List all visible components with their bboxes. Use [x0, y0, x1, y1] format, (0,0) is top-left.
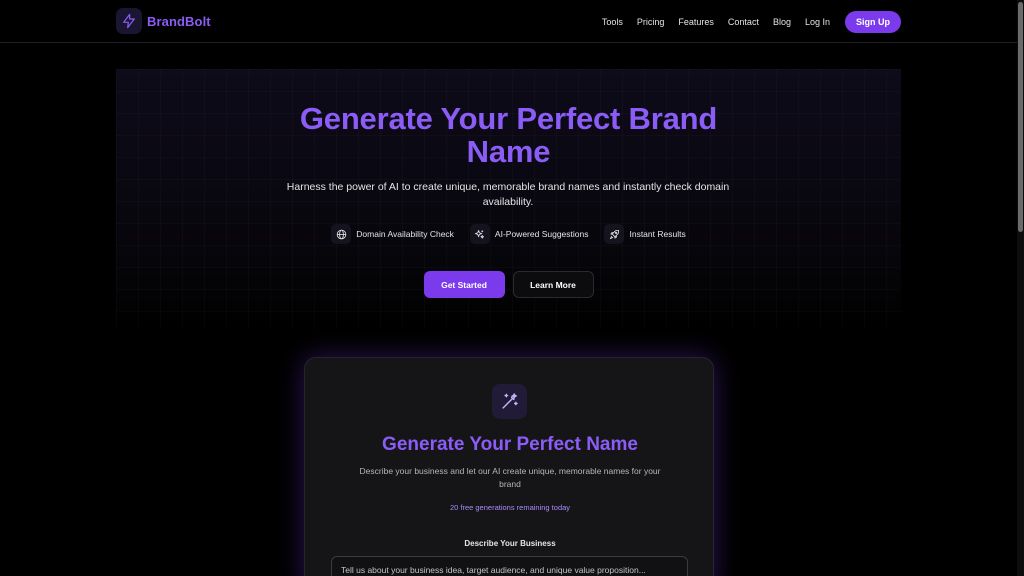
rocket-icon [604, 224, 625, 244]
generator-title: Generate Your Perfect Name [382, 434, 638, 455]
feature-label: Instant Results [629, 229, 686, 239]
nav-contact-link[interactable]: Contact [728, 17, 759, 27]
nav-pricing-link[interactable]: Pricing [637, 17, 665, 27]
feature-domain-check: Domain Availability Check [331, 224, 454, 244]
page: BrandBolt Tools Pricing Features Contact… [0, 0, 1024, 576]
hero-title-line-1: Generate Your Perfect Brand [299, 101, 718, 136]
name-generator-card: Generate Your Perfect Name Describe your… [304, 357, 714, 576]
page-scrollbar[interactable] [1017, 0, 1024, 576]
nav-login-link[interactable]: Log In [805, 17, 830, 27]
hero-actions: Get Started Learn More [116, 271, 901, 298]
top-navbar: BrandBolt Tools Pricing Features Contact… [0, 0, 1017, 43]
hero-title: Generate Your Perfect Brand Name [116, 102, 901, 168]
feature-ai-suggestions: AI-Powered Suggestions [469, 224, 589, 244]
hero-title-line-2: Name [466, 134, 551, 169]
nav-tools-link[interactable]: Tools [602, 17, 623, 27]
hero-section: Generate Your Perfect Brand Name Harness… [116, 69, 901, 329]
scrollbar-thumb[interactable] [1018, 2, 1023, 232]
business-description-input[interactable] [331, 556, 688, 576]
lightning-bolt-icon [116, 8, 142, 34]
feature-instant-results: Instant Results [604, 224, 686, 244]
globe-icon [331, 224, 352, 244]
learn-more-button[interactable]: Learn More [512, 271, 594, 298]
brand-logo[interactable]: BrandBolt [116, 8, 211, 34]
feature-label: AI-Powered Suggestions [494, 229, 589, 239]
feature-label: Domain Availability Check [356, 229, 454, 239]
remaining-generations-text: 20 free generations remaining today [449, 503, 571, 512]
sign-up-button[interactable]: Sign Up [845, 11, 901, 33]
main-nav: Tools Pricing Features Contact Blog Log … [602, 11, 901, 33]
business-description-label: Describe Your Business [464, 539, 556, 548]
nav-blog-link[interactable]: Blog [773, 17, 791, 27]
brand-name: BrandBolt [147, 13, 211, 29]
feature-list: Domain Availability Check AI-Powered Sug… [116, 224, 901, 244]
get-started-button[interactable]: Get Started [423, 271, 505, 298]
sparkles-icon [469, 224, 490, 244]
nav-features-link[interactable]: Features [678, 17, 714, 27]
hero-subtitle: Harness the power of AI to create unique… [286, 181, 730, 208]
magic-wand-icon [492, 384, 527, 419]
generator-description: Describe your business and let our AI cr… [359, 466, 661, 489]
